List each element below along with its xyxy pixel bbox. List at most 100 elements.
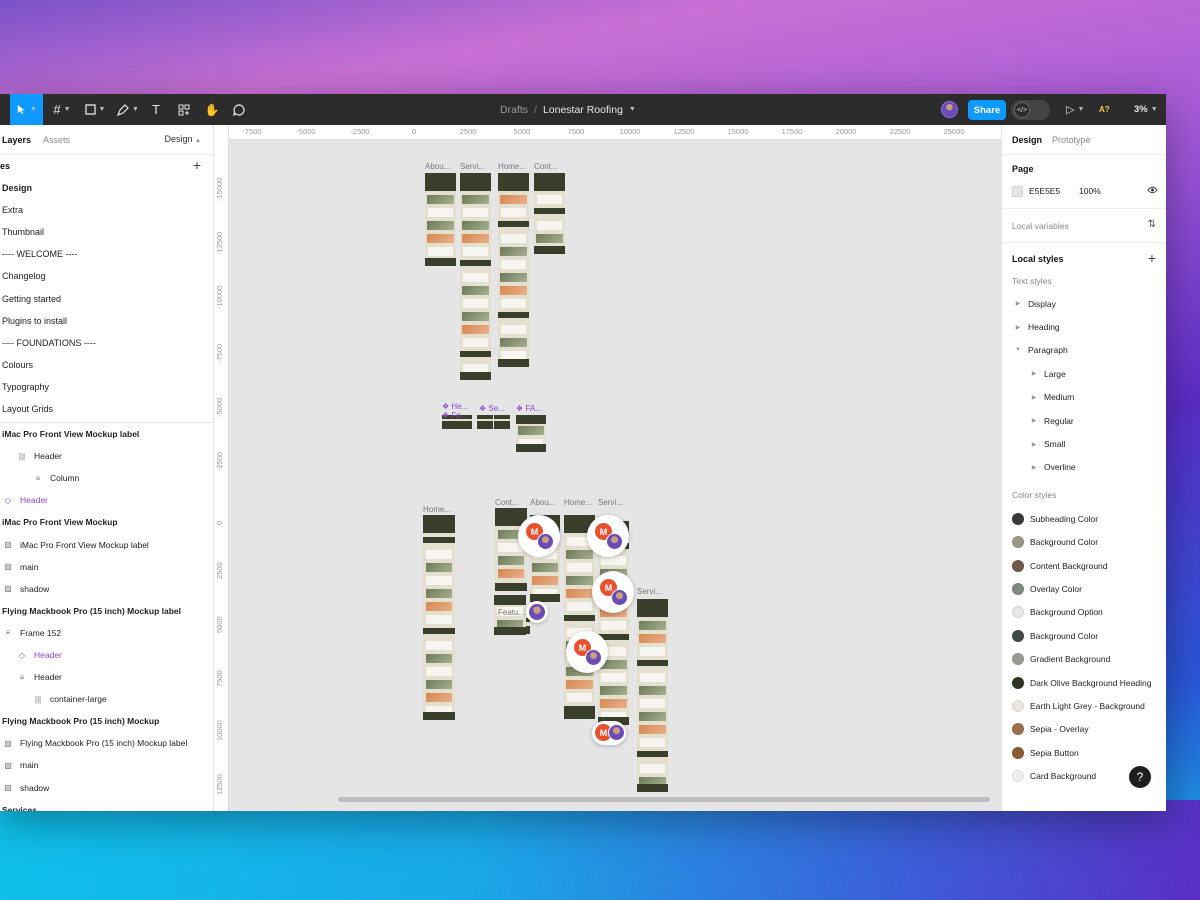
- frame-title[interactable]: Cont...: [495, 498, 519, 507]
- variables-icon[interactable]: ⇅: [1148, 219, 1156, 230]
- user-avatar[interactable]: [941, 101, 958, 118]
- frame-tool-button[interactable]: # ▼: [48, 94, 76, 125]
- page-background-row[interactable]: E5E5E5 100%: [1002, 184, 1166, 198]
- page-frame[interactable]: [425, 173, 456, 266]
- ai-button[interactable]: A?: [1099, 94, 1110, 125]
- frame-title[interactable]: Servi...: [460, 162, 485, 171]
- frame-title[interactable]: Cont...: [534, 162, 558, 171]
- caret-right-icon[interactable]: ▶: [1028, 417, 1040, 424]
- color-style-item[interactable]: Earth Light Grey - Background: [1002, 694, 1166, 717]
- file-name[interactable]: Lonestar Roofing: [543, 104, 623, 116]
- text-style-item[interactable]: ▶ Display: [1002, 292, 1166, 315]
- page-item[interactable]: Layout Grids: [0, 398, 213, 420]
- page-item[interactable]: Design: [0, 177, 213, 199]
- page-item[interactable]: ---- WELCOME ----: [0, 243, 213, 265]
- page-frame[interactable]: [477, 415, 493, 429]
- color-style-item[interactable]: Background Color: [1002, 531, 1166, 554]
- text-style-item[interactable]: ▶ Medium: [1002, 386, 1166, 409]
- chevron-down-icon[interactable]: ▼: [629, 106, 636, 113]
- zoom-control[interactable]: 3% ▼: [1134, 94, 1158, 125]
- help-button[interactable]: ?: [1129, 766, 1151, 788]
- page-frame[interactable]: [494, 415, 510, 429]
- text-style-item[interactable]: ▶ Overline: [1002, 456, 1166, 479]
- layer-item[interactable]: Services: [0, 799, 213, 811]
- breadcrumb-drafts[interactable]: Drafts: [500, 104, 528, 116]
- color-style-item[interactable]: Content Background: [1002, 554, 1166, 577]
- text-style-item[interactable]: ▶ Large: [1002, 362, 1166, 385]
- color-style-item[interactable]: Subheading Color: [1002, 507, 1166, 530]
- layer-item[interactable]: ≡ Frame 152: [0, 622, 213, 644]
- tab-assets[interactable]: Assets: [43, 135, 70, 145]
- hand-tool-button[interactable]: ✋: [201, 94, 223, 125]
- horizontal-scrollbar[interactable]: [338, 797, 990, 802]
- layer-item[interactable]: Flying Mackbook Pro (15 inch) Mockup: [0, 710, 213, 732]
- local-variables-section[interactable]: Local variables ⇅: [1002, 209, 1166, 243]
- frame-title[interactable]: ❖ FA...: [516, 404, 542, 413]
- caret-right-icon[interactable]: ▶: [1012, 324, 1024, 331]
- color-style-item[interactable]: Sepia Button: [1002, 741, 1166, 764]
- layer-item[interactable]: iMac Pro Front View Mockup label: [0, 423, 213, 445]
- layer-item[interactable]: ≡ Column: [0, 467, 213, 489]
- present-button[interactable]: ▷ ▼: [1066, 94, 1084, 125]
- add-style-button[interactable]: +: [1148, 250, 1156, 266]
- color-style-item[interactable]: Overlay Color: [1002, 577, 1166, 600]
- canvas[interactable]: -7500 -5000 -2500 0 2500 5000 7500 10000 12500 15…: [214, 125, 1001, 811]
- page-frame[interactable]: [637, 599, 668, 792]
- tab-design[interactable]: Design: [1012, 135, 1042, 145]
- frame-title[interactable]: Home...: [423, 505, 451, 514]
- layer-item[interactable]: iMac Pro Front View Mockup: [0, 511, 213, 533]
- shape-tool-button[interactable]: ▼: [80, 94, 110, 125]
- move-tool-button[interactable]: ▼: [10, 94, 43, 125]
- layer-item[interactable]: ||| Header: [0, 445, 213, 467]
- add-page-button[interactable]: +: [193, 157, 201, 173]
- caret-right-icon[interactable]: ▶: [1028, 441, 1040, 448]
- layer-item[interactable]: ▨ main: [0, 754, 213, 776]
- layer-item[interactable]: ◇ Header: [0, 644, 213, 666]
- layer-item[interactable]: Flying Mackbook Pro (15 inch) Mockup lab…: [0, 600, 213, 622]
- text-style-item[interactable]: ▶ Small: [1002, 432, 1166, 455]
- page-item[interactable]: Plugins to install: [0, 310, 213, 332]
- eye-icon[interactable]: [1147, 186, 1158, 197]
- caret-down-icon[interactable]: ▼: [1012, 347, 1024, 353]
- page-item[interactable]: Extra: [0, 199, 213, 221]
- page-frame[interactable]: [516, 415, 546, 452]
- page-item[interactable]: Typography: [0, 376, 213, 398]
- frame-title[interactable]: ❖ He...: [442, 402, 468, 411]
- frame-title[interactable]: Home...: [498, 162, 526, 171]
- caret-right-icon[interactable]: ▶: [1012, 300, 1024, 307]
- text-style-item[interactable]: ▼ Paragraph: [1002, 339, 1166, 362]
- layer-item[interactable]: ▨ main: [0, 556, 213, 578]
- page-item[interactable]: Changelog: [0, 265, 213, 287]
- color-style-item[interactable]: Background Option: [1002, 601, 1166, 624]
- page-frame[interactable]: [498, 173, 529, 367]
- layer-item[interactable]: ≡ Header: [0, 666, 213, 688]
- page-color-value[interactable]: E5E5E5: [1029, 186, 1079, 196]
- local-variables-label[interactable]: Local variables: [1002, 209, 1166, 231]
- main-menu-button[interactable]: [0, 94, 10, 125]
- layer-item[interactable]: ||| container-large: [0, 688, 213, 710]
- frame-title[interactable]: Home...: [564, 498, 592, 507]
- layer-item[interactable]: ◇ Header: [0, 489, 213, 511]
- frame-title[interactable]: ❖ Se...: [479, 404, 505, 413]
- page-item[interactable]: Colours: [0, 354, 213, 376]
- text-style-item[interactable]: ▶ Heading: [1002, 315, 1166, 338]
- caret-right-icon[interactable]: ▶: [1028, 394, 1040, 401]
- tab-layers[interactable]: Layers: [2, 135, 31, 145]
- color-style-item[interactable]: Dark Olive Background Heading: [1002, 671, 1166, 694]
- color-style-item[interactable]: Sepia - Overlay: [1002, 718, 1166, 741]
- page-frame[interactable]: [460, 173, 491, 380]
- caret-right-icon[interactable]: ▶: [1028, 464, 1040, 471]
- page-color-swatch[interactable]: [1012, 185, 1023, 197]
- layer-item[interactable]: ▨ iMac Pro Front View Mockup label: [0, 534, 213, 556]
- page-frame[interactable]: [534, 173, 565, 254]
- frame-title[interactable]: Abou...: [425, 162, 450, 171]
- page-item[interactable]: Getting started: [0, 287, 213, 309]
- design-mode-switch[interactable]: Design ▲: [165, 134, 201, 144]
- caret-right-icon[interactable]: ▶: [1028, 370, 1040, 377]
- frame-title[interactable]: Featu...: [498, 608, 525, 617]
- layer-item[interactable]: ▨ Flying Mackbook Pro (15 inch) Mockup la…: [0, 732, 213, 754]
- page-opacity-value[interactable]: 100%: [1079, 186, 1101, 196]
- frame-title[interactable]: Servi...: [637, 587, 662, 596]
- color-style-item[interactable]: Gradient Background: [1002, 647, 1166, 670]
- layer-item[interactable]: ▨ shadow: [0, 777, 213, 799]
